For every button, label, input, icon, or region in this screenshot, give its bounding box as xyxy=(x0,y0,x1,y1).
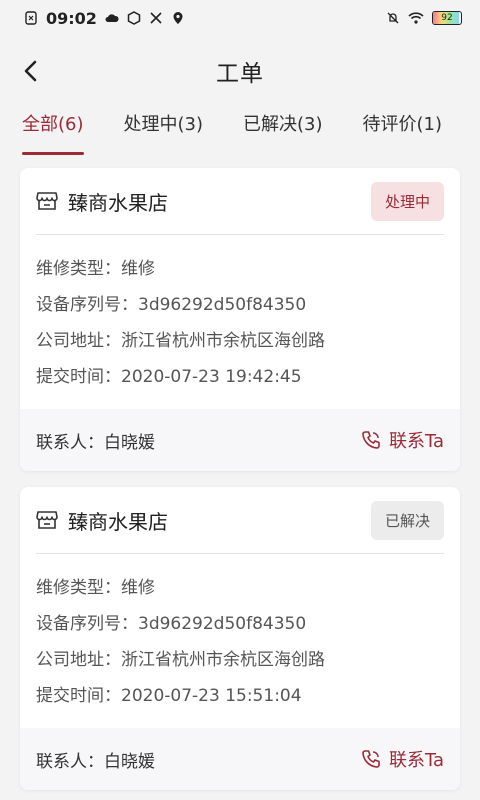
repair-type-row: 维修类型： 维修 xyxy=(36,251,444,287)
field-value: 维修 xyxy=(121,578,155,598)
work-order-card[interactable]: 臻商水果店 处理中 维修类型： 维修 设备序列号： 3d96292d50f84350… xyxy=(20,168,460,471)
contact-label: 联系人： xyxy=(36,751,104,772)
shop-info: 臻商水果店 xyxy=(36,506,168,535)
contact-name: 白晓媛 xyxy=(104,751,155,772)
field-label: 提交时间： xyxy=(36,686,121,706)
shop-name: 臻商水果店 xyxy=(68,509,168,534)
status-left: 09:02 xyxy=(24,9,185,28)
field-value: 3d96292d50f84350 xyxy=(138,295,307,315)
phone-icon xyxy=(362,750,380,768)
field-value: 2020-07-23 15:51:04 xyxy=(121,686,302,706)
field-value: 2020-07-23 19:42:45 xyxy=(121,367,302,387)
tab-label: 已解决(3) xyxy=(243,114,323,135)
work-order-list: 臻商水果店 处理中 维修类型： 维修 设备序列号： 3d96292d50f84350… xyxy=(0,168,480,790)
field-value: 浙江省杭州市余杭区海创路 xyxy=(121,650,325,670)
shop-info: 臻商水果店 xyxy=(36,187,168,216)
work-order-card[interactable]: 臻商水果店 已解决 维修类型： 维修 设备序列号： 3d96292d50f84350… xyxy=(20,487,460,790)
phone-icon xyxy=(362,431,380,449)
card-footer: 联系人：白晓媛 联系Ta xyxy=(20,728,460,790)
field-value: 浙江省杭州市余杭区海创路 xyxy=(121,331,325,351)
field-value: 3d96292d50f84350 xyxy=(138,614,307,634)
top-navigation-bar: 工单 xyxy=(0,36,480,106)
location-pin-icon xyxy=(173,12,183,24)
mute-bell-icon xyxy=(387,12,399,24)
field-label: 提交时间： xyxy=(36,367,121,387)
serial-number-row: 设备序列号： 3d96292d50f84350 xyxy=(36,287,444,323)
card-footer: 联系人：白晓媛 联系Ta xyxy=(20,409,460,471)
order-details: 维修类型： 维修 设备序列号： 3d96292d50f84350 公司地址： 浙江省杭… xyxy=(20,554,460,728)
field-label: 维修类型： xyxy=(36,578,121,598)
battery-level-text: 92 xyxy=(441,13,453,23)
card-header: 臻商水果店 已解决 xyxy=(20,487,460,553)
tab-processing[interactable]: 处理中(3) xyxy=(124,106,204,164)
contact-person: 联系人：白晓媛 xyxy=(36,747,155,772)
status-badge: 处理中 xyxy=(370,181,444,221)
contact-button-label: 联系Ta xyxy=(388,431,444,452)
store-icon xyxy=(36,192,58,210)
contact-person: 联系人：白晓媛 xyxy=(36,428,155,453)
card-header: 臻商水果店 处理中 xyxy=(20,168,460,234)
back-button[interactable] xyxy=(18,58,44,84)
tools-icon xyxy=(150,12,162,24)
contact-button[interactable]: 联系Ta xyxy=(361,746,444,772)
field-label: 设备序列号： xyxy=(36,295,138,315)
hexagon-icon xyxy=(127,11,141,25)
contact-button-label: 联系Ta xyxy=(388,750,444,771)
status-right: 92 xyxy=(386,11,462,25)
chevron-left-icon xyxy=(24,60,37,82)
active-tab-indicator xyxy=(22,152,84,155)
field-label: 公司地址： xyxy=(36,650,121,670)
tab-pending-review[interactable]: 待评价(1) xyxy=(363,106,443,164)
contact-button[interactable]: 联系Ta xyxy=(361,427,444,453)
tab-label: 处理中(3) xyxy=(123,114,204,135)
field-label: 设备序列号： xyxy=(36,614,138,634)
status-tabs: 全部(6) 处理中(3) 已解决(3) 待评价(1) xyxy=(0,106,480,168)
tab-label: 待评价(1) xyxy=(362,114,443,135)
company-address-row: 公司地址： 浙江省杭州市余杭区海创路 xyxy=(36,323,444,359)
tab-all[interactable]: 全部(6) xyxy=(22,106,84,164)
store-icon xyxy=(36,511,58,529)
repair-type-row: 维修类型： 维修 xyxy=(36,570,444,606)
field-label: 公司地址： xyxy=(36,331,121,351)
sim-card-icon xyxy=(25,11,37,25)
serial-number-row: 设备序列号： 3d96292d50f84350 xyxy=(36,606,444,642)
status-bar: 09:02 92 xyxy=(0,0,480,36)
status-badge: 已解决 xyxy=(370,500,444,540)
field-label: 维修类型： xyxy=(36,259,121,279)
order-details: 维修类型： 维修 设备序列号： 3d96292d50f84350 公司地址： 浙江省杭… xyxy=(20,235,460,409)
cloud-icon xyxy=(105,14,119,22)
contact-label: 联系人： xyxy=(36,432,104,453)
company-address-row: 公司地址： 浙江省杭州市余杭区海创路 xyxy=(36,642,444,678)
battery-indicator: 92 xyxy=(432,11,462,25)
field-value: 维修 xyxy=(121,259,155,279)
submit-time-row: 提交时间： 2020-07-23 15:51:04 xyxy=(36,678,444,714)
contact-name: 白晓媛 xyxy=(104,432,155,453)
tab-resolved[interactable]: 已解决(3) xyxy=(243,106,323,164)
wifi-icon xyxy=(408,12,424,24)
tab-label: 全部(6) xyxy=(22,114,84,135)
page-title: 工单 xyxy=(216,61,264,87)
submit-time-row: 提交时间： 2020-07-23 19:42:45 xyxy=(36,359,444,395)
status-time: 09:02 xyxy=(46,8,97,28)
shop-name: 臻商水果店 xyxy=(68,190,168,215)
